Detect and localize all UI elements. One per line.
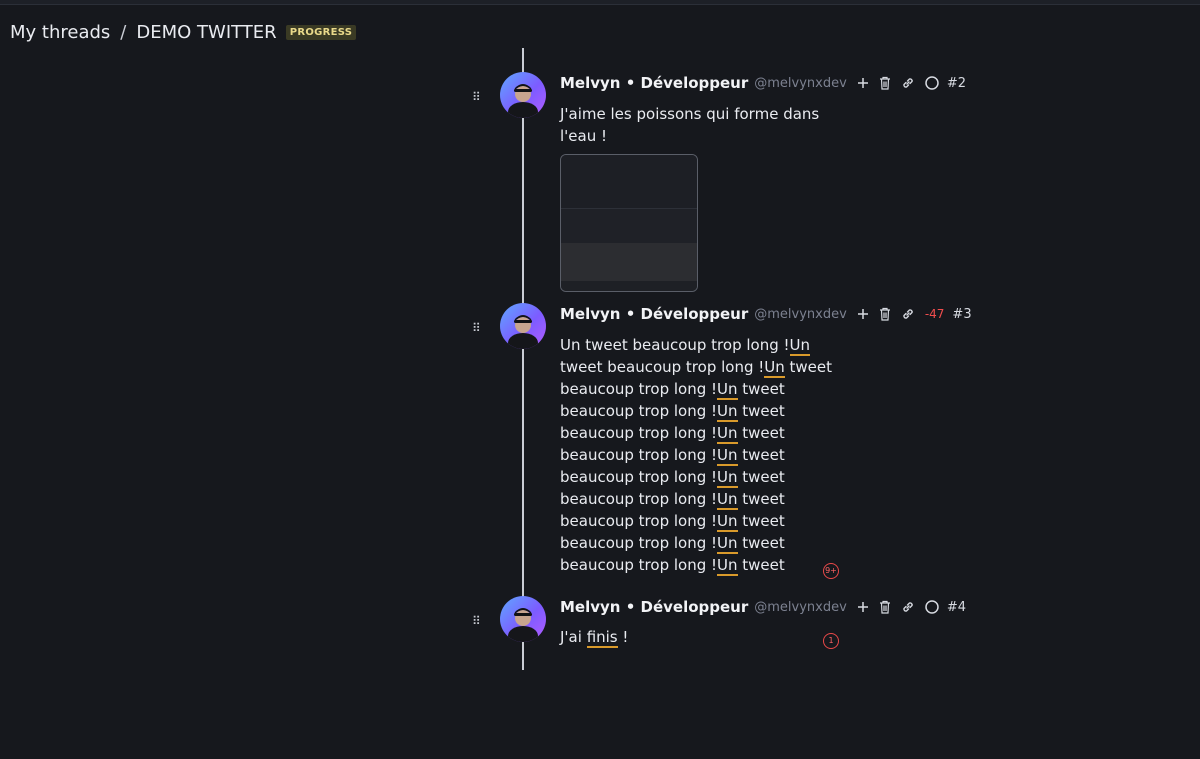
add-button[interactable] <box>857 77 869 89</box>
breadcrumb-current: DEMO TWITTER <box>136 22 277 43</box>
text-line: beaucoup trop long !Un tweet <box>560 534 785 554</box>
char-count-over: -47 <box>924 307 945 321</box>
circle-icon <box>925 76 939 90</box>
tweet-index: #4 <box>946 599 966 615</box>
link-button[interactable] <box>901 600 915 614</box>
text-line: tweet beaucoup trop long !Un tweet <box>560 358 833 378</box>
tweet-image[interactable] <box>560 154 698 292</box>
top-bar <box>0 0 1200 5</box>
trash-icon <box>879 76 890 90</box>
tweet-text[interactable]: Un tweet beaucoup trop long !Un tweet be… <box>560 334 832 576</box>
text-line: beaucoup trop long !Un tweet <box>560 424 785 444</box>
avatar <box>500 72 546 118</box>
breadcrumb: My threads / DEMO TWITTER PROGRESS <box>10 22 357 43</box>
link-icon <box>903 309 913 319</box>
drag-handle-icon[interactable]: ⠿ <box>472 614 482 628</box>
tweet-text[interactable]: J'aime les poissons qui forme dans l'eau… <box>560 103 819 147</box>
text-line: beaucoup trop long !Un tweet <box>560 468 785 488</box>
tweet-header: Melvyn • Développeur @melvynxdev -47 #3 <box>560 304 972 324</box>
delete-button[interactable] <box>879 76 891 90</box>
text-line: beaucoup trop long !Un tweet <box>560 556 785 576</box>
drag-handle-icon[interactable]: ⠿ <box>472 321 482 335</box>
issues-counter-badge[interactable]: 1 <box>823 633 839 649</box>
delete-button[interactable] <box>879 307 891 321</box>
person-icon <box>508 315 538 349</box>
circle-icon <box>925 600 939 614</box>
tweet-text[interactable]: J'ai finis ! <box>560 626 628 648</box>
plus-icon <box>857 309 868 319</box>
person-icon <box>508 608 538 642</box>
text-line: l'eau ! <box>560 127 607 145</box>
author-handle: @melvynxdev <box>754 75 847 91</box>
trash-icon <box>879 600 890 614</box>
text-line: beaucoup trop long !Un tweet <box>560 446 785 466</box>
status-toggle[interactable] <box>925 600 939 614</box>
breadcrumb-root[interactable]: My threads <box>10 22 110 43</box>
issues-counter-badge[interactable]: 9+ <box>823 563 839 579</box>
plus-icon <box>857 602 868 612</box>
status-toggle[interactable] <box>925 76 939 90</box>
text-line: J'ai finis ! <box>560 628 629 648</box>
avatar <box>500 303 546 349</box>
trash-icon <box>879 307 890 321</box>
link-button[interactable] <box>901 76 915 90</box>
add-button[interactable] <box>857 601 869 613</box>
author-handle: @melvynxdev <box>754 306 847 322</box>
text-line: beaucoup trop long !Un tweet <box>560 380 785 400</box>
plus-icon <box>857 78 868 88</box>
breadcrumb-separator: / <box>120 22 127 43</box>
tweet-index: #2 <box>946 75 966 91</box>
status-badge: PROGRESS <box>285 25 357 40</box>
person-icon <box>508 84 538 118</box>
author-handle: @melvynxdev <box>754 599 847 615</box>
tweet-header: Melvyn • Développeur @melvynxdev #4 <box>560 597 966 617</box>
text-line: J'aime les poissons qui forme dans <box>560 105 820 123</box>
text-line: beaucoup trop long !Un tweet <box>560 512 785 532</box>
author-name: Melvyn • Développeur <box>560 74 749 92</box>
avatar <box>500 596 546 642</box>
text-line: beaucoup trop long !Un tweet <box>560 402 785 422</box>
text-line: beaucoup trop long !Un tweet <box>560 490 785 510</box>
add-button[interactable] <box>857 308 869 320</box>
link-icon <box>903 78 913 88</box>
thread-timeline <box>522 48 524 670</box>
delete-button[interactable] <box>879 600 891 614</box>
tweet-index: #3 <box>952 306 972 322</box>
tweet-header: Melvyn • Développeur @melvynxdev #2 <box>560 73 966 93</box>
drag-handle-icon[interactable]: ⠿ <box>472 90 482 104</box>
text-line: Un tweet beaucoup trop long !Un <box>560 336 811 356</box>
author-name: Melvyn • Développeur <box>560 305 749 323</box>
author-name: Melvyn • Développeur <box>560 598 749 616</box>
link-icon <box>903 602 913 612</box>
link-button[interactable] <box>901 307 915 321</box>
